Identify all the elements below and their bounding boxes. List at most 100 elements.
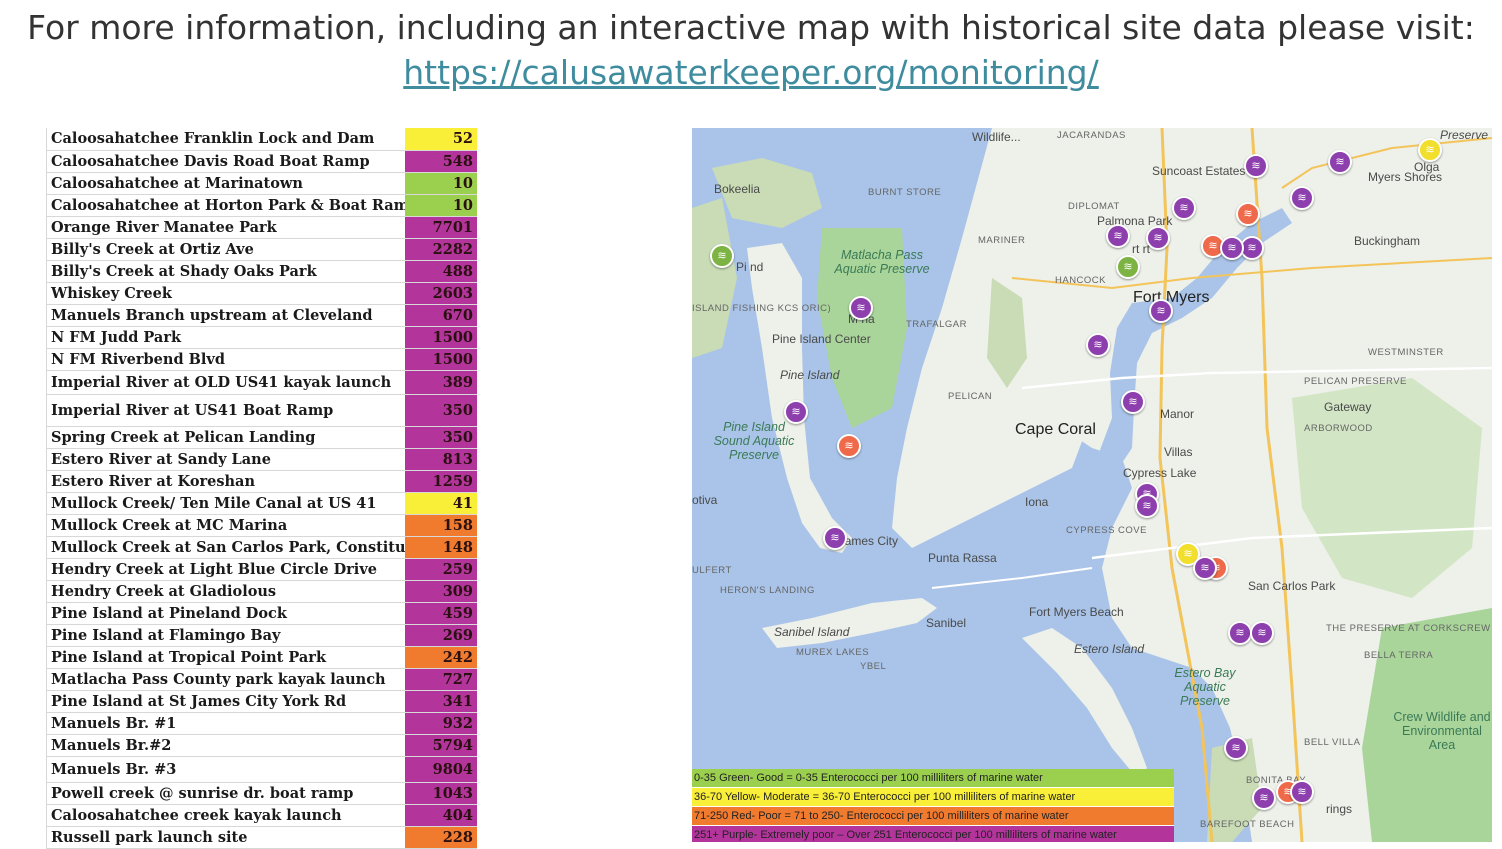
table-row: Imperial River at US41 Boat Ramp 350 — [46, 394, 477, 427]
place-label-trafalgar: TRAFALGAR — [906, 319, 967, 330]
site-name: Manuels Br.#2 — [46, 734, 405, 757]
place-label-bell-villa: BELL VILLA — [1304, 737, 1361, 748]
site-value: 259 — [405, 558, 477, 581]
place-label-pine-island: Pine Island — [780, 368, 840, 382]
swim-site-marker-icon[interactable]: ≋ — [1418, 138, 1442, 162]
site-value: 404 — [405, 804, 477, 827]
monitoring-link-wrap: https://calusawaterkeeper.org/monitoring… — [0, 53, 1502, 93]
site-value: 5794 — [405, 734, 477, 757]
site-name: Caloosahatchee creek kayak launch — [46, 804, 405, 827]
place-label-pelican: PELICAN — [948, 391, 993, 402]
water-quality-map[interactable]: Wildlife... JACARANDAS Preserve Suncoast Es… — [692, 128, 1492, 842]
swim-site-marker-icon[interactable]: ≋ — [1224, 736, 1248, 760]
site-value: 242 — [405, 646, 477, 669]
table-row: Caloosahatchee at Horton Park & Boat Ram… — [46, 194, 477, 217]
swim-site-marker-icon[interactable]: ≋ — [1121, 390, 1145, 414]
site-name: Pine Island at St James City York Rd — [46, 690, 405, 713]
place-label-buckingham: Buckingham — [1354, 234, 1421, 248]
place-label-estero-island: Estero Island — [1074, 642, 1145, 656]
table-row: Caloosahatchee creek kayak launch 404 — [46, 804, 477, 827]
table-row: Billy's Creek at Shady Oaks Park 488 — [46, 260, 477, 283]
site-value: 341 — [405, 690, 477, 713]
swim-site-marker-icon[interactable]: ≋ — [1228, 621, 1252, 645]
swim-site-marker-icon[interactable]: ≋ — [1290, 186, 1314, 210]
place-label-culfert: ULFERT — [692, 565, 732, 576]
table-row: Russell park launch site 228 — [46, 826, 477, 849]
site-value: 350 — [405, 426, 477, 449]
site-name: Mullock Creek at San Carlos Park, Consti… — [46, 536, 405, 559]
site-value: 7701 — [405, 216, 477, 239]
swim-site-marker-icon[interactable]: ≋ — [1328, 150, 1352, 174]
site-value: 727 — [405, 668, 477, 691]
swim-site-marker-icon[interactable]: ≋ — [1252, 786, 1276, 810]
site-value: 52 — [405, 128, 477, 151]
site-name: Imperial River at US41 Boat Ramp — [46, 394, 405, 427]
swim-site-marker-icon[interactable]: ≋ — [1290, 780, 1314, 804]
table-row: Whiskey Creek 2603 — [46, 282, 477, 305]
place-label-matlacha-pass: Matlacha Pass Aquatic Preserve — [834, 248, 930, 276]
swim-site-marker-icon[interactable]: ≋ — [710, 244, 734, 268]
place-label-estero-bay: Estero Bay Aquatic Preserve — [1174, 666, 1236, 708]
place-label-cypress-lake: Cypress Lake — [1123, 466, 1197, 480]
site-table: Caloosahatchee Franklin Lock and Dam 52 Ca… — [46, 128, 477, 849]
place-label-myers-shores: Myers Shores — [1368, 170, 1443, 184]
place-label-mariner: MARINER — [978, 235, 1026, 246]
swim-site-marker-icon[interactable]: ≋ — [1146, 226, 1170, 250]
place-label-san-carlos-park: San Carlos Park — [1248, 579, 1336, 593]
swim-site-marker-icon[interactable]: ≋ — [1236, 202, 1260, 226]
legend-row-purple: 251+ Purple- Extremely poor – Over 251 E… — [692, 826, 1174, 842]
site-name: Powell creek @ sunrise dr. boat ramp — [46, 782, 405, 805]
swim-site-marker-icon[interactable]: ≋ — [849, 296, 873, 320]
swim-site-marker-icon[interactable]: ≋ — [1106, 224, 1130, 248]
table-row: Spring Creek at Pelican Landing 350 — [46, 426, 477, 449]
swim-site-marker-icon[interactable]: ≋ — [1220, 236, 1244, 260]
site-value: 228 — [405, 826, 477, 849]
swim-site-marker-icon[interactable]: ≋ — [1244, 154, 1268, 178]
site-name: Manuels Br. #1 — [46, 712, 405, 735]
monitoring-link[interactable]: https://calusawaterkeeper.org/monitoring… — [403, 53, 1099, 92]
swim-site-marker-icon[interactable]: ≋ — [1172, 196, 1196, 220]
swim-site-marker-icon[interactable]: ≋ — [1135, 494, 1159, 518]
table-row: Imperial River at OLD US41 kayak launch 3… — [46, 370, 477, 395]
table-row: Estero River at Koreshan 1259 — [46, 470, 477, 493]
table-row: Powell creek @ sunrise dr. boat ramp 1043 — [46, 782, 477, 805]
swim-site-marker-icon[interactable]: ≋ — [1193, 556, 1217, 580]
place-label-murex-lakes: MUREX LAKES — [796, 647, 870, 658]
table-row: N FM Judd Park 1500 — [46, 326, 477, 349]
place-label-arborwood: ARBORWOOD — [1304, 423, 1373, 434]
site-name: Imperial River at OLD US41 kayak launch — [46, 370, 405, 395]
place-label-fort-myers-beach: Fort Myers Beach — [1029, 605, 1124, 619]
place-label-iona: Iona — [1025, 495, 1049, 509]
site-value: 2603 — [405, 282, 477, 305]
place-label-crew-wildlife: Crew Wildlife and Environmental Area — [1393, 710, 1491, 752]
swim-site-marker-icon[interactable]: ≋ — [1250, 621, 1274, 645]
swim-site-marker-icon[interactable]: ≋ — [823, 526, 847, 550]
site-name: Billy's Creek at Ortiz Ave — [46, 238, 405, 261]
site-value: 1043 — [405, 782, 477, 805]
table-row: Mullock Creek/ Ten Mile Canal at US 41 41 — [46, 492, 477, 515]
site-name: N FM Riverbend Blvd — [46, 348, 405, 371]
swim-site-marker-icon[interactable]: ≋ — [1149, 299, 1173, 323]
table-row: Pine Island at Flamingo Bay 269 — [46, 624, 477, 647]
site-name: Pine Island at Flamingo Bay — [46, 624, 405, 647]
table-row: Manuels Br. #1 932 — [46, 712, 477, 735]
swim-site-marker-icon[interactable]: ≋ — [1116, 255, 1140, 279]
legend-row-green: 0-35 Green- Good = 0-35 Enterococci per … — [692, 769, 1174, 788]
place-label-herons-landing: HERON'S LANDING — [720, 585, 815, 596]
site-value: 148 — [405, 536, 477, 559]
legend-row-yellow: 36-70 Yellow- Moderate = 36-70 Enterococ… — [692, 788, 1174, 807]
table-row: Pine Island at Tropical Point Park 242 — [46, 646, 477, 669]
place-label-pineland: Pi nd — [736, 260, 764, 274]
table-row: Pine Island at Pineland Dock 459 — [46, 602, 477, 625]
swim-site-marker-icon[interactable]: ≋ — [784, 400, 808, 424]
place-label-pine-island-sound: Pine Island Sound Aquatic Preserve — [713, 420, 795, 462]
site-value: 9804 — [405, 756, 477, 783]
place-label-cape-coral: Cape Coral — [1015, 421, 1096, 438]
site-name: Orange River Manatee Park — [46, 216, 405, 239]
place-label-diplomat: DIPLOMAT — [1068, 201, 1120, 212]
swim-site-marker-icon[interactable]: ≋ — [1086, 333, 1110, 357]
site-value: 269 — [405, 624, 477, 647]
place-label-suncoast-estates: Suncoast Estates — [1152, 164, 1246, 178]
site-value: 10 — [405, 172, 477, 195]
swim-site-marker-icon[interactable]: ≋ — [837, 434, 861, 458]
